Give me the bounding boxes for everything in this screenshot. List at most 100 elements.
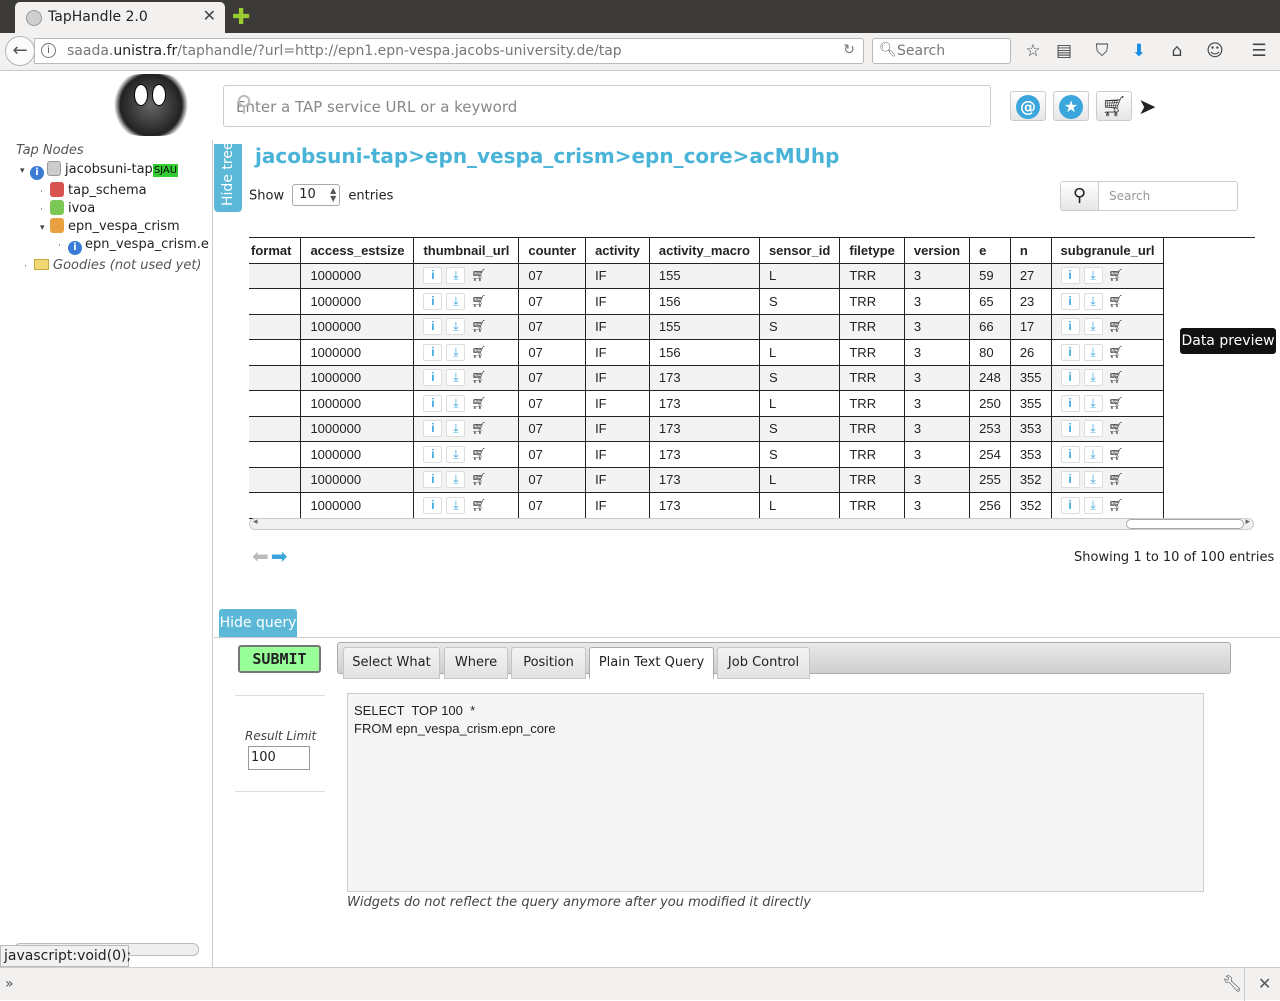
info-icon[interactable]: i <box>1060 420 1080 438</box>
site-info-icon[interactable]: i <box>41 43 56 58</box>
reload-icon[interactable]: ↻ <box>843 42 855 58</box>
browser-tab[interactable]: TapHandle 2.0 ✕ <box>15 2 225 33</box>
info-icon[interactable]: i <box>1060 394 1080 412</box>
hide-tree-button[interactable]: Hide tree <box>214 141 242 212</box>
cart-icon[interactable]: 🛒︎ <box>1107 446 1126 463</box>
cart-icon[interactable]: 🛒︎ <box>469 446 488 463</box>
info-icon[interactable]: i <box>423 496 443 514</box>
column-header-e[interactable]: e <box>969 238 1011 264</box>
smiley-icon[interactable]: ☺ <box>1204 40 1226 62</box>
hide-query-button[interactable]: Hide query <box>219 609 297 637</box>
back-button[interactable]: ← <box>5 36 35 66</box>
info-icon[interactable]: i <box>423 343 443 361</box>
scrollbar-thumb[interactable] <box>1126 519 1244 529</box>
cart-icon[interactable]: 🛒︎ <box>1107 267 1126 284</box>
download-icon[interactable]: ⤓ <box>446 267 466 285</box>
column-header-access-estsize[interactable]: access_estsize <box>300 238 415 264</box>
download-icon[interactable]: ⤓ <box>1083 343 1103 361</box>
column-header-filetype[interactable]: filetype <box>839 238 905 264</box>
tree-node-tap-schema[interactable]: · tap_schema <box>40 182 147 198</box>
cart-icon[interactable]: 🛒︎ <box>1107 420 1126 437</box>
cart-icon[interactable]: 🛒︎ <box>469 420 488 437</box>
cart-icon[interactable]: 🛒︎ <box>469 267 488 284</box>
download-icon[interactable]: ⤓ <box>1083 369 1103 387</box>
cart-icon[interactable]: 🛒︎ <box>1107 395 1126 412</box>
cart-button[interactable]: 🛒︎ <box>1096 91 1132 121</box>
tree-node-service[interactable]: ▾ i jacobsuni-tapSJAU <box>20 161 179 180</box>
search-icon[interactable]: ⚲ <box>1061 182 1099 210</box>
info-icon[interactable]: i <box>1060 496 1080 514</box>
info-icon[interactable]: i <box>1060 318 1080 336</box>
tab-plain-text-query[interactable]: Plain Text Query <box>589 647 714 679</box>
close-tab-icon[interactable]: ✕ <box>203 6 216 25</box>
cart-icon[interactable]: 🛒︎ <box>1107 293 1126 310</box>
tap-service-search-input[interactable]: Enter a TAP service URL or a keyword ⚲ <box>223 85 991 127</box>
cart-icon[interactable]: 🛒︎ <box>469 369 488 386</box>
cart-icon[interactable]: 🛒︎ <box>1107 369 1126 386</box>
tree-node-epn-core[interactable]: · i epn_vespa_crism.e <box>58 237 209 255</box>
page-size-select[interactable]: 10 ▲ ▼ <box>292 184 341 206</box>
info-icon[interactable]: i <box>423 394 443 412</box>
download-icon[interactable]: ⤓ <box>1083 318 1103 336</box>
search-icon[interactable]: ⚲ <box>236 92 982 117</box>
cart-icon[interactable]: 🛒︎ <box>1107 497 1126 514</box>
column-header-subgranule-url[interactable]: subgranule_url <box>1050 238 1165 264</box>
column-header-thumbnail-url[interactable]: thumbnail_url <box>413 238 520 264</box>
info-icon[interactable]: i <box>423 420 443 438</box>
download-icon[interactable]: ⤓ <box>446 394 466 412</box>
favorites-button[interactable]: ★ <box>1053 91 1089 121</box>
column-header-version[interactable]: version <box>903 238 971 264</box>
info-icon[interactable]: i <box>423 369 443 387</box>
reading-list-icon[interactable]: ▤ <box>1053 40 1075 62</box>
cart-icon[interactable]: 🛒︎ <box>1107 471 1126 488</box>
tab-job-control[interactable]: Job Control <box>717 647 810 679</box>
toolbar-toggle-icon[interactable]: » <box>5 976 14 992</box>
download-icon[interactable]: ⤓ <box>1083 496 1103 514</box>
wrench-icon[interactable]: 🔧︎ <box>1222 974 1242 993</box>
download-icon[interactable]: ⤓ <box>446 471 466 489</box>
info-icon[interactable]: i <box>68 241 82 255</box>
info-icon[interactable]: i <box>423 292 443 310</box>
bookmark-star-icon[interactable]: ☆ <box>1022 40 1044 62</box>
tree-node-ivoa[interactable]: · ivoa <box>40 200 95 216</box>
download-icon[interactable]: ⤓ <box>1083 267 1103 285</box>
home-icon[interactable]: ⌂ <box>1166 40 1188 62</box>
new-tab-icon[interactable]: ✚ <box>232 5 250 30</box>
download-icon[interactable]: ⤓ <box>1083 471 1103 489</box>
download-icon[interactable]: ⤓ <box>446 496 466 514</box>
info-icon[interactable]: i <box>1060 343 1080 361</box>
close-icon[interactable]: ✕ <box>1258 974 1271 993</box>
cart-icon[interactable]: 🛒︎ <box>469 318 488 335</box>
cart-icon[interactable]: 🛒︎ <box>1107 318 1126 335</box>
info-icon[interactable]: i <box>423 471 443 489</box>
tab-position[interactable]: Position <box>511 647 586 679</box>
download-icon[interactable]: ⤓ <box>446 420 466 438</box>
download-icon[interactable]: ⤓ <box>446 369 466 387</box>
info-icon[interactable]: i <box>30 166 44 180</box>
download-icon[interactable]: ⬇ <box>1128 40 1150 62</box>
info-icon[interactable]: i <box>1060 267 1080 285</box>
column-header-format[interactable]: format <box>249 238 302 264</box>
registry-button[interactable]: @ <box>1010 91 1046 121</box>
next-page-icon[interactable]: ➡ <box>271 544 288 568</box>
cart-icon[interactable]: 🛒︎ <box>469 293 488 310</box>
info-icon[interactable]: i <box>1060 292 1080 310</box>
table-search-input[interactable]: Search <box>1109 189 1150 203</box>
result-limit-input[interactable]: 100 <box>248 746 310 770</box>
menu-icon[interactable]: ☰ <box>1248 40 1270 62</box>
info-icon[interactable]: i <box>423 267 443 285</box>
pocket-icon[interactable]: ⛉ <box>1091 40 1113 62</box>
column-header-n[interactable]: n <box>1009 238 1052 264</box>
download-icon[interactable]: ⤓ <box>446 292 466 310</box>
cart-icon[interactable]: 🛒︎ <box>469 471 488 488</box>
table-horizontal-scrollbar[interactable]: ◂ ▸ <box>249 517 1254 530</box>
download-icon[interactable]: ⤓ <box>1083 394 1103 412</box>
previous-page-icon[interactable]: ⬅ <box>252 544 269 568</box>
browser-search-field[interactable]: 🔍︎ Search <box>872 38 1011 64</box>
info-icon[interactable]: i <box>1060 369 1080 387</box>
tab-select-what[interactable]: Select What <box>343 647 440 679</box>
download-icon[interactable]: ⤓ <box>446 445 466 463</box>
info-icon[interactable]: i <box>423 445 443 463</box>
info-icon[interactable]: i <box>1060 471 1080 489</box>
submit-button[interactable]: SUBMIT <box>238 645 321 673</box>
